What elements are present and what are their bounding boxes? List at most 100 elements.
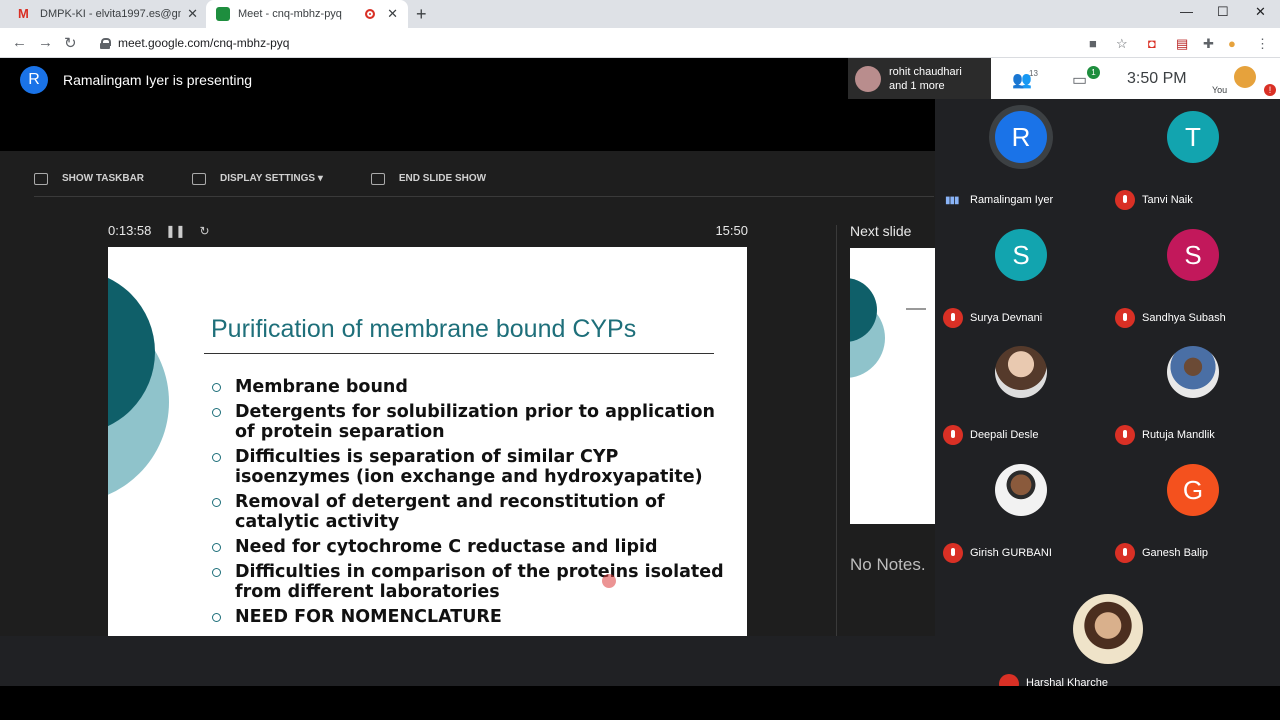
maximize-icon[interactable]: ☐ — [1217, 4, 1229, 20]
tab-meet[interactable]: Meet - cnq-mbhz-pyq ✕ — [206, 0, 408, 28]
end-slideshow-button[interactable]: END SLIDE SHOW — [370, 172, 486, 185]
participant-photo — [1073, 594, 1143, 664]
bullet-list: Membrane bound Detergents for solubiliza… — [212, 377, 732, 632]
presenter-view: SHOW TASKBAR DISPLAY SETTINGS ▾ END SLID… — [0, 151, 935, 636]
bullet-item: Need for cytochrome C reductase and lipi… — [212, 537, 732, 557]
presenter-label: Ramalingam Iyer is presenting — [63, 72, 253, 88]
url-field[interactable]: meet.google.com/cnq-mbhz-pyq — [92, 31, 1142, 55]
close-window-icon[interactable]: ✕ — [1255, 4, 1266, 20]
mic-off-icon — [1115, 425, 1135, 445]
bullet-item: Detergents for solubilization prior to a… — [212, 402, 732, 442]
bullet-item: Difficulties in comparison of the protei… — [212, 562, 732, 602]
close-icon[interactable]: ✕ — [187, 6, 198, 22]
taskbar-icon — [34, 172, 48, 185]
participant-tile[interactable]: Girish GURBANI — [935, 452, 1107, 569]
participant-avatar: R — [995, 111, 1047, 163]
participant-photo — [995, 346, 1047, 398]
participant-avatar: S — [1167, 229, 1219, 281]
new-tab-button[interactable]: + — [416, 4, 427, 25]
next-slide-label: Next slide — [850, 223, 912, 239]
next-slide-thumbnail[interactable] — [850, 248, 935, 524]
gmail-icon: M — [18, 6, 29, 21]
pause-icon[interactable]: ❚❚ — [165, 224, 185, 238]
tab-title: Meet - cnq-mbhz-pyq — [238, 8, 342, 20]
reload-icon[interactable]: ↻ — [64, 34, 77, 52]
end-show-icon — [370, 172, 385, 185]
notification-avatar — [855, 65, 881, 92]
current-slide: Purification of membrane bound CYPs Memb… — [108, 247, 747, 636]
back-icon[interactable]: ← — [12, 34, 27, 51]
lock-icon — [100, 37, 111, 49]
participant-name: Deepali Desle — [970, 429, 1039, 441]
mic-off-icon — [943, 543, 963, 563]
bottom-bar — [0, 686, 1280, 720]
display-settings-button[interactable]: DISPLAY SETTINGS ▾ — [192, 172, 323, 185]
mic-off-icon — [1115, 543, 1135, 563]
participant-name: Tanvi Naik — [1142, 194, 1193, 206]
participant-name: Ramalingam Iyer — [970, 194, 1054, 206]
participant-tile[interactable]: Deepali Desle — [935, 334, 1107, 451]
meet-area: R Ramalingam Iyer is presenting SHOW TAS… — [0, 58, 1280, 720]
laser-pointer — [602, 574, 616, 588]
camera-icon[interactable]: ■ — [1089, 36, 1097, 51]
participant-tile[interactable]: Rutuja Mandlik — [1107, 334, 1279, 451]
tab-gmail[interactable]: M DMPK-KI - elvita1997.es@gmail.com ✕ — [8, 0, 208, 28]
menu-icon[interactable]: ⋮ — [1256, 36, 1269, 52]
mic-off-icon — [1115, 190, 1135, 210]
pane-divider — [836, 225, 837, 636]
participant-name: Ganesh Balip — [1142, 547, 1209, 559]
profile-icon[interactable]: ● — [1228, 36, 1236, 51]
participant-tile[interactable]: S Surya Devnani — [935, 217, 1107, 334]
people-count: 13 — [1029, 69, 1038, 78]
bullet-item: NEED FOR NOMENCLATURE — [212, 607, 732, 627]
participant-tile[interactable]: Harshal Kharche — [991, 570, 1224, 694]
mic-off-icon — [1115, 308, 1135, 328]
join-notification: rohit chaudhari and 1 more — [848, 58, 991, 99]
participant-tile[interactable]: G Ganesh Balip — [1107, 452, 1279, 569]
participant-tile[interactable]: T Tanvi Naik — [1107, 99, 1279, 216]
participant-name: Surya Devnani — [970, 312, 1043, 324]
timer-row: 0:13:58 ❚❚ ↻ 15:50 — [108, 223, 748, 238]
participant-name: Rutuja Mandlik — [1142, 429, 1215, 441]
participant-avatar: T — [1167, 111, 1219, 163]
chat-badge: 1 — [1087, 66, 1100, 79]
alert-icon[interactable]: ! — [1264, 84, 1276, 96]
forward-icon[interactable]: → — [38, 34, 53, 51]
bullet-item: Removal of detergent and reconstitution … — [212, 492, 732, 532]
presenter-bar: R Ramalingam Iyer is presenting — [0, 58, 935, 102]
speaking-icon: ▮▮▮ — [945, 195, 959, 206]
extensions-icon[interactable]: ✚ — [1203, 36, 1214, 52]
bullet-item: Membrane bound — [212, 377, 732, 397]
extension-pdf-icon[interactable]: ▤ — [1176, 36, 1188, 52]
participant-name: Sandhya Subash — [1142, 312, 1226, 324]
presentation-stage: R Ramalingam Iyer is presenting SHOW TAS… — [0, 58, 935, 636]
clock: 15:50 — [715, 223, 748, 238]
close-icon[interactable]: ✕ — [387, 6, 398, 22]
self-avatar[interactable] — [1234, 66, 1256, 88]
presenter-avatar: R — [20, 66, 48, 94]
participant-avatar: G — [1167, 464, 1219, 516]
participant-photo — [995, 464, 1047, 516]
minimize-icon[interactable]: — — [1180, 4, 1193, 19]
url-text: meet.google.com/cnq-mbhz-pyq — [118, 36, 290, 50]
mic-off-icon — [943, 308, 963, 328]
speaker-notes: No Notes. — [850, 555, 926, 574]
participant-name: Girish GURBANI — [970, 547, 1052, 559]
slideshow-toolbar: SHOW TASKBAR DISPLAY SETTINGS ▾ END SLID… — [34, 161, 934, 197]
participant-tile[interactable]: R ▮▮▮ Ramalingam Iyer — [935, 99, 1107, 216]
recording-icon — [365, 9, 376, 19]
chat-icon[interactable]: ▭ — [1072, 70, 1087, 90]
participant-avatar: S — [995, 229, 1047, 281]
title-rule — [204, 353, 714, 354]
tab-strip: M DMPK-KI - elvita1997.es@gmail.com ✕ Me… — [0, 0, 1280, 28]
address-bar: ← → ↻ meet.google.com/cnq-mbhz-pyq — [0, 28, 1280, 58]
show-taskbar-button[interactable]: SHOW TASKBAR — [34, 172, 144, 185]
participant-tile[interactable]: S Sandhya Subash — [1107, 217, 1279, 334]
participant-grid: R ▮▮▮ Ramalingam Iyer T Tanvi Naik S Sur… — [935, 99, 1280, 570]
mic-off-icon — [943, 425, 963, 445]
bullet-item: Difficulties is separation of similar CY… — [212, 447, 732, 487]
extension-pocket-icon[interactable]: ◘ — [1148, 36, 1156, 51]
restart-icon[interactable]: ↻ — [199, 224, 209, 238]
star-icon[interactable]: ☆ — [1116, 36, 1128, 52]
meet-icon — [216, 7, 230, 21]
